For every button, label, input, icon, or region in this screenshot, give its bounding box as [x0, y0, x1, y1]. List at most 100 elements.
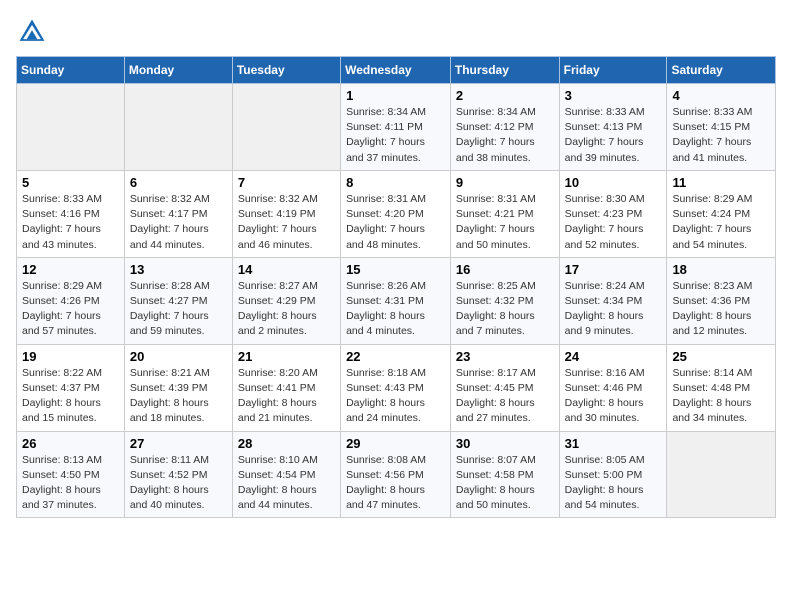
day-number: 17: [565, 262, 662, 277]
col-header-wednesday: Wednesday: [341, 57, 451, 84]
page-header: [16, 16, 776, 48]
day-cell: 26 Sunrise: 8:13 AM Sunset: 4:50 PM Dayli…: [17, 431, 125, 518]
day-cell: 6 Sunrise: 8:32 AM Sunset: 4:17 PM Daylig…: [124, 170, 232, 257]
day-number: 31: [565, 436, 662, 451]
day-number: 3: [565, 88, 662, 103]
day-cell: 30 Sunrise: 8:07 AM Sunset: 4:58 PM Dayli…: [450, 431, 559, 518]
day-cell: 11Sunrise: 8:29 AM Sunset: 4:24 PM Dayli…: [667, 170, 776, 257]
day-cell: 8 Sunrise: 8:31 AM Sunset: 4:20 PM Daylig…: [341, 170, 451, 257]
day-number: 4: [672, 88, 770, 103]
day-cell: 25 Sunrise: 8:14 AM Sunset: 4:48 PM Dayli…: [667, 344, 776, 431]
day-number: 8: [346, 175, 445, 190]
calendar-body: 1Sunrise: 8:34 AM Sunset: 4:11 PM Daylig…: [17, 84, 776, 518]
day-info: Sunrise: 8:22 AM Sunset: 4:37 PM Dayligh…: [22, 366, 119, 427]
day-number: 27: [130, 436, 227, 451]
day-cell: 21 Sunrise: 8:20 AM Sunset: 4:41 PM Dayli…: [232, 344, 340, 431]
day-cell: 29 Sunrise: 8:08 AM Sunset: 4:56 PM Dayli…: [341, 431, 451, 518]
day-info: Sunrise: 8:17 AM Sunset: 4:45 PM Dayligh…: [456, 366, 554, 427]
day-cell: 31 Sunrise: 8:05 AM Sunset: 5:00 PM Dayli…: [559, 431, 667, 518]
day-number: 23: [456, 349, 554, 364]
day-cell: 19 Sunrise: 8:22 AM Sunset: 4:37 PM Dayli…: [17, 344, 125, 431]
col-header-saturday: Saturday: [667, 57, 776, 84]
day-number: 19: [22, 349, 119, 364]
day-info: Sunrise: 8:08 AM Sunset: 4:56 PM Dayligh…: [346, 453, 445, 514]
day-cell: 22 Sunrise: 8:18 AM Sunset: 4:43 PM Dayli…: [341, 344, 451, 431]
day-cell: 4 Sunrise: 8:33 AM Sunset: 4:15 PM Daylig…: [667, 84, 776, 171]
day-number: 16: [456, 262, 554, 277]
week-row-5: 26 Sunrise: 8:13 AM Sunset: 4:50 PM Dayli…: [17, 431, 776, 518]
day-info: Sunrise: 8:16 AM Sunset: 4:46 PM Dayligh…: [565, 366, 662, 427]
day-number: 26: [22, 436, 119, 451]
day-number: 14: [238, 262, 335, 277]
day-number: 13: [130, 262, 227, 277]
day-info: Sunrise: 8:27 AM Sunset: 4:29 PM Dayligh…: [238, 279, 335, 340]
day-info: Sunrise: 8:33 AM Sunset: 4:16 PM Dayligh…: [22, 192, 119, 253]
day-number: 2: [456, 88, 554, 103]
day-number: 25: [672, 349, 770, 364]
day-cell: 12 Sunrise: 8:29 AM Sunset: 4:26 PM Dayli…: [17, 257, 125, 344]
day-cell: 5 Sunrise: 8:33 AM Sunset: 4:16 PM Daylig…: [17, 170, 125, 257]
day-number: 29: [346, 436, 445, 451]
day-info: Sunrise: 8:11 AM Sunset: 4:52 PM Dayligh…: [130, 453, 227, 514]
day-info: Sunrise: 8:20 AM Sunset: 4:41 PM Dayligh…: [238, 366, 335, 427]
day-cell: 10 Sunrise: 8:30 AM Sunset: 4:23 PM Dayli…: [559, 170, 667, 257]
day-cell: 7 Sunrise: 8:32 AM Sunset: 4:19 PM Daylig…: [232, 170, 340, 257]
day-info: Sunrise: 8:31 AM Sunset: 4:20 PM Dayligh…: [346, 192, 445, 253]
day-info: Sunrise: 8:33 AM Sunset: 4:13 PM Dayligh…: [565, 105, 662, 166]
day-cell: 16 Sunrise: 8:25 AM Sunset: 4:32 PM Dayli…: [450, 257, 559, 344]
day-info: Sunrise: 8:21 AM Sunset: 4:39 PM Dayligh…: [130, 366, 227, 427]
day-number: 9: [456, 175, 554, 190]
day-info: Sunrise: 8:13 AM Sunset: 4:50 PM Dayligh…: [22, 453, 119, 514]
day-cell: 3 Sunrise: 8:33 AM Sunset: 4:13 PM Daylig…: [559, 84, 667, 171]
day-cell: 14 Sunrise: 8:27 AM Sunset: 4:29 PM Dayli…: [232, 257, 340, 344]
day-cell: 9Sunrise: 8:31 AM Sunset: 4:21 PM Daylig…: [450, 170, 559, 257]
day-number: 10: [565, 175, 662, 190]
day-number: 6: [130, 175, 227, 190]
day-cell: 1Sunrise: 8:34 AM Sunset: 4:11 PM Daylig…: [341, 84, 451, 171]
day-number: 15: [346, 262, 445, 277]
day-cell: 20Sunrise: 8:21 AM Sunset: 4:39 PM Dayli…: [124, 344, 232, 431]
day-cell: 27 Sunrise: 8:11 AM Sunset: 4:52 PM Dayli…: [124, 431, 232, 518]
day-number: 22: [346, 349, 445, 364]
day-info: Sunrise: 8:33 AM Sunset: 4:15 PM Dayligh…: [672, 105, 770, 166]
col-header-thursday: Thursday: [450, 57, 559, 84]
day-info: Sunrise: 8:18 AM Sunset: 4:43 PM Dayligh…: [346, 366, 445, 427]
day-number: 30: [456, 436, 554, 451]
day-info: Sunrise: 8:29 AM Sunset: 4:24 PM Dayligh…: [672, 192, 770, 253]
calendar-table: SundayMondayTuesdayWednesdayThursdayFrid…: [16, 56, 776, 518]
day-cell: 23 Sunrise: 8:17 AM Sunset: 4:45 PM Dayli…: [450, 344, 559, 431]
day-number: 7: [238, 175, 335, 190]
col-header-friday: Friday: [559, 57, 667, 84]
day-cell: 15Sunrise: 8:26 AM Sunset: 4:31 PM Dayli…: [341, 257, 451, 344]
day-info: Sunrise: 8:10 AM Sunset: 4:54 PM Dayligh…: [238, 453, 335, 514]
logo: [16, 16, 52, 48]
col-header-sunday: Sunday: [17, 57, 125, 84]
column-headers: SundayMondayTuesdayWednesdayThursdayFrid…: [17, 57, 776, 84]
week-row-1: 1Sunrise: 8:34 AM Sunset: 4:11 PM Daylig…: [17, 84, 776, 171]
day-info: Sunrise: 8:34 AM Sunset: 4:11 PM Dayligh…: [346, 105, 445, 166]
day-number: 12: [22, 262, 119, 277]
day-number: 5: [22, 175, 119, 190]
col-header-monday: Monday: [124, 57, 232, 84]
day-number: 21: [238, 349, 335, 364]
day-info: Sunrise: 8:23 AM Sunset: 4:36 PM Dayligh…: [672, 279, 770, 340]
day-number: 24: [565, 349, 662, 364]
day-info: Sunrise: 8:25 AM Sunset: 4:32 PM Dayligh…: [456, 279, 554, 340]
week-row-2: 5 Sunrise: 8:33 AM Sunset: 4:16 PM Daylig…: [17, 170, 776, 257]
day-info: Sunrise: 8:34 AM Sunset: 4:12 PM Dayligh…: [456, 105, 554, 166]
day-cell: 28 Sunrise: 8:10 AM Sunset: 4:54 PM Dayli…: [232, 431, 340, 518]
col-header-tuesday: Tuesday: [232, 57, 340, 84]
day-info: Sunrise: 8:07 AM Sunset: 4:58 PM Dayligh…: [456, 453, 554, 514]
day-cell: 18Sunrise: 8:23 AM Sunset: 4:36 PM Dayli…: [667, 257, 776, 344]
day-info: Sunrise: 8:29 AM Sunset: 4:26 PM Dayligh…: [22, 279, 119, 340]
day-info: Sunrise: 8:05 AM Sunset: 5:00 PM Dayligh…: [565, 453, 662, 514]
day-cell: [667, 431, 776, 518]
day-info: Sunrise: 8:30 AM Sunset: 4:23 PM Dayligh…: [565, 192, 662, 253]
day-number: 28: [238, 436, 335, 451]
day-info: Sunrise: 8:14 AM Sunset: 4:48 PM Dayligh…: [672, 366, 770, 427]
day-cell: 13 Sunrise: 8:28 AM Sunset: 4:27 PM Dayli…: [124, 257, 232, 344]
day-cell: [17, 84, 125, 171]
day-info: Sunrise: 8:32 AM Sunset: 4:19 PM Dayligh…: [238, 192, 335, 253]
day-info: Sunrise: 8:32 AM Sunset: 4:17 PM Dayligh…: [130, 192, 227, 253]
day-info: Sunrise: 8:28 AM Sunset: 4:27 PM Dayligh…: [130, 279, 227, 340]
